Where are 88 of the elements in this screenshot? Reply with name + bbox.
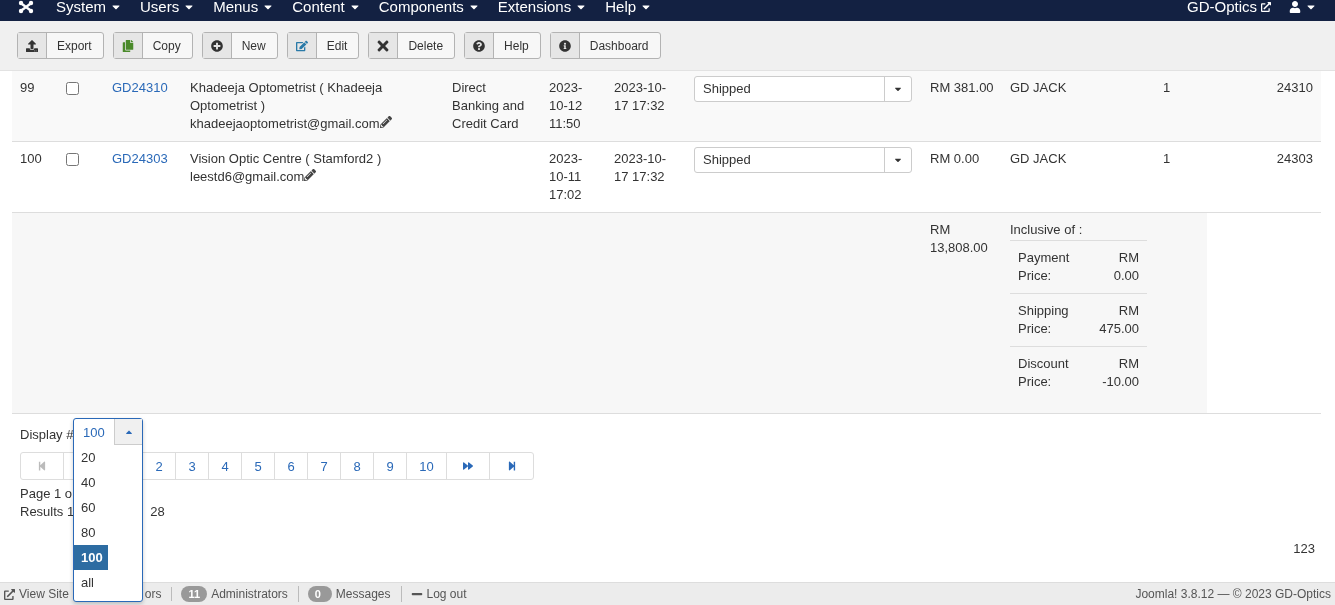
table-cell: 24303 [1276,151,1313,166]
logout-link[interactable]: Log out [410,587,477,601]
display-label: Display # [20,426,74,444]
upload-icon [26,39,38,52]
dropdown-value: 100 [82,423,106,442]
toolbar-button[interactable]: Dashboard [549,32,661,59]
grand-total: RM 13,808.00 [930,222,988,255]
table-cell: 1 [1163,151,1171,166]
messages-text: Messages [335,587,391,601]
results-text: 28 [150,503,165,521]
count-badge: 0 [307,586,332,602]
info-icon [558,39,571,52]
nav-menu[interactable]: Content [292,0,361,14]
customer-name: Vision Optic Centre ( Stamford2 ) [190,150,383,168]
copy-icon [121,39,134,52]
table-cell: 24310 [1276,80,1313,95]
toolbar-button[interactable]: Copy [112,32,193,59]
customer-name: Khadeeja Optometrist ( Khadeeja Optometrist ) [190,79,384,115]
nav-menu[interactable]: Components [378,0,480,14]
row-checkbox[interactable] [66,153,79,166]
page-button[interactable]: 9 [373,453,406,479]
dropdown-option[interactable]: 100 [74,545,108,570]
table-cell: GD JACK [1010,80,1067,95]
price-label: Payment Price: [1018,250,1070,283]
pencil-icon[interactable] [379,116,392,128]
toolbar-button[interactable]: Delete [368,32,456,59]
table-cell: Direct Banking and Credit Card [452,80,525,131]
price-label: Discount Price: [1018,356,1069,389]
order-link[interactable]: GD24303 [112,151,168,166]
toolbar-button[interactable]: New [201,32,278,59]
price-amount: RM 0.00 [1113,250,1139,283]
nav-menu[interactable]: Users [140,0,196,14]
plus-icon [210,39,223,52]
display-dropdown[interactable]: 100 20 40 60 80 100 all [73,418,143,602]
page-button[interactable]: 4 [208,453,241,479]
page-button[interactable]: 3 [175,453,208,479]
order-link[interactable]: GD24310 [112,80,168,95]
table-cell: 100 [20,151,42,166]
page-button[interactable]: 7 [307,453,340,479]
version-text: Joomla! 3.8.12 — © 2023 GD-Optics [1135,587,1331,601]
site-link[interactable]: GD-Optics [1187,0,1271,14]
price-amount: RM -10.00 [1102,356,1139,389]
visitors-text: ors [144,587,162,601]
nav-menu[interactable]: Help [605,0,653,14]
administrators-text: Administrators [211,587,288,601]
table-cell: 2023-10-17 17:32 [614,151,667,184]
page-button[interactable]: 6 [274,453,307,479]
external-link-icon [1261,1,1271,12]
toolbar-button[interactable]: Edit [286,32,360,59]
user-menu[interactable] [1289,0,1317,13]
nav-menu[interactable]: Menus [213,0,275,14]
table-cell: GD JACK [1010,151,1067,166]
help-icon [473,39,486,52]
row-checkbox[interactable] [66,82,79,95]
joomla-logo[interactable] [18,0,34,14]
price-label: Shipping Price: [1018,303,1069,336]
page-info: Page 1 o [20,485,74,503]
first-icon [37,461,47,471]
page-button[interactable]: 8 [340,453,373,479]
page-button[interactable]: 10 [406,453,446,479]
inclusive-label: Inclusive of : [1010,221,1084,239]
messages-link[interactable]: 0 Messages [307,586,402,602]
forward-icon [463,461,473,471]
table-cell: 2023-10-12 11:50 [549,80,583,131]
user-icon [1289,0,1301,13]
price-amount: RM 475.00 [1099,303,1139,336]
nav-menu[interactable]: Extensions [497,0,588,14]
table-cell: 1 [1163,80,1171,95]
customer-email: leestd6@gmail.com [190,169,305,184]
external-link-icon [4,588,15,600]
table-cell: 2023-10-11 17:02 [549,151,583,202]
status-select[interactable]: Shipped [694,76,912,102]
last-icon [506,461,517,471]
table-cell: 2023-10-17 17:32 [614,80,667,113]
table-cell: RM 0.00 [930,151,980,166]
toolbar-button[interactable]: Help [464,32,541,59]
administrators-link[interactable]: 11 Administrators [181,586,299,602]
count-badge: 11 [181,586,208,602]
table-cell: 99 [20,80,35,95]
nav-menu[interactable]: System [56,0,122,14]
edit-icon [295,39,308,52]
total-count: 123 [1293,541,1315,556]
table-cell: RM 381.00 [930,80,994,95]
page-button[interactable]: 5 [241,453,274,479]
pencil-icon[interactable] [304,169,317,181]
toolbar-button[interactable]: Export [17,32,104,59]
status-select[interactable]: Shipped [694,147,912,173]
customer-email: khadeejaoptometrist@gmail.com [190,116,380,131]
